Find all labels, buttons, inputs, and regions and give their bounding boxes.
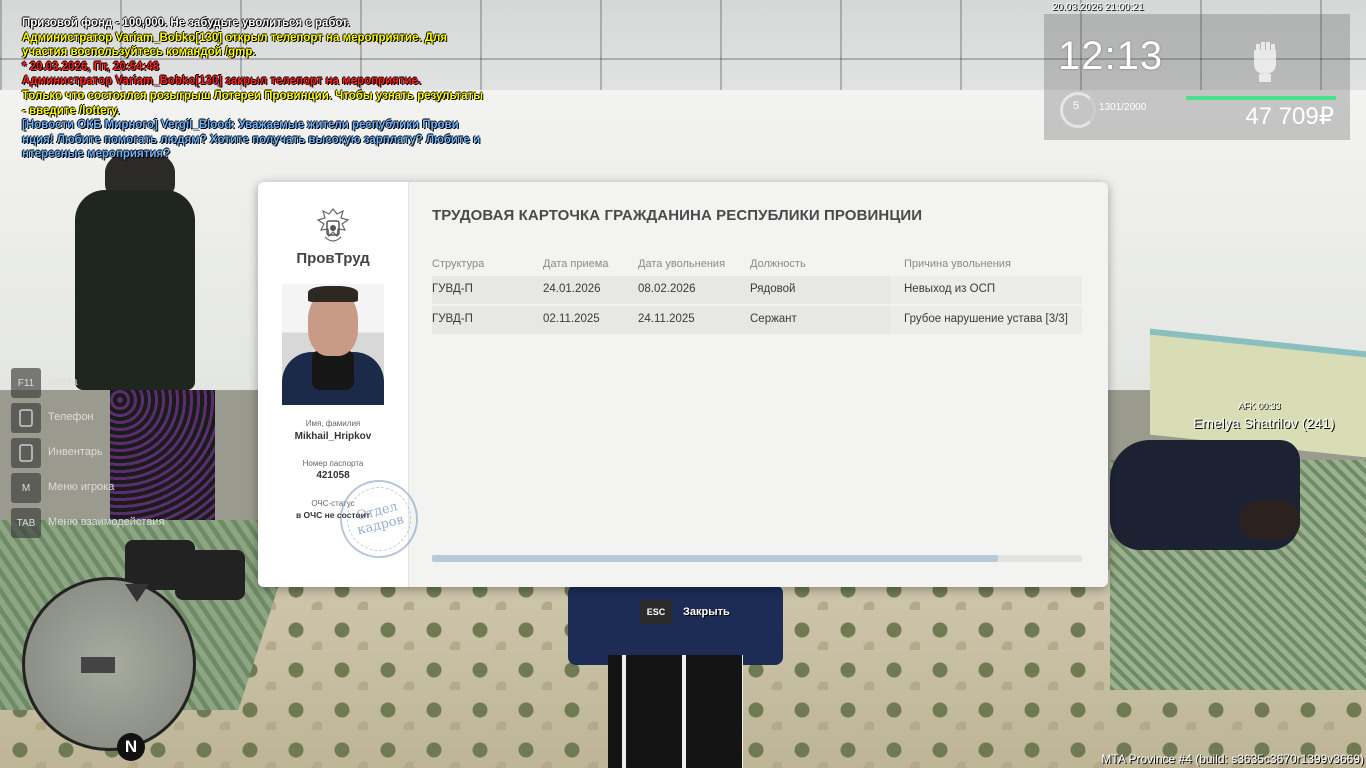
character-lying (1110, 440, 1300, 550)
hint-label: Инвентарь (48, 446, 103, 458)
north-indicator: N (117, 733, 145, 761)
citizen-photo (282, 284, 384, 405)
table-cell: 24.11.2025 (638, 313, 695, 325)
hint-label: Меню взаимодействия (48, 516, 165, 528)
chat-line: Администратор Variam_Bobko[130] открыл т… (22, 31, 447, 44)
hud-clock: 12:13 (1058, 34, 1164, 78)
column-header: Дата увольнения (638, 258, 726, 270)
hint-4: TAB Меню взаимодействия (11, 508, 211, 538)
column-header: Должность (750, 258, 806, 270)
minimap (22, 577, 196, 751)
hint-key: M (11, 473, 41, 503)
table-cell: Сержант (750, 313, 797, 325)
player-character (568, 585, 783, 768)
chat-line: нтересные мероприятия? (22, 148, 171, 161)
close-label[interactable]: Закрыть (683, 606, 730, 618)
wall-panel (1150, 328, 1366, 458)
chat-line: Только что состоялся розыгрыш Лотереи Пр… (22, 89, 484, 102)
table-body: ГУВД-П 24.01.2026 08.02.2026 Рядовой Невыход… (432, 276, 1082, 334)
hud-money: 47 709₽ (1245, 103, 1334, 130)
build-info: MTA Province #4 (build: s3635c3670r1399v… (1101, 752, 1364, 766)
house-icon (81, 657, 115, 673)
table-cell: 02.11.2025 (543, 313, 600, 325)
chat-line: Призовой фонд - 100,000. Не забудьте уво… (22, 17, 350, 29)
hint-0: F11 Карта (11, 368, 211, 398)
column-header: Дата приема (543, 258, 609, 270)
hint-label: Телефон (48, 411, 94, 423)
table-cell: Рядовой (750, 283, 796, 295)
hud-datetime: 20.03.2026 21:00:21 (1052, 2, 1144, 13)
esc-key[interactable]: ESC (640, 600, 672, 624)
reason-cell: Грубое нарушение устава [3/3] (890, 306, 1082, 334)
coat-of-arms-icon (316, 208, 350, 242)
chat-line: участия воспользуйтесь командой /gmp. (22, 46, 256, 59)
hud-level: 5 (1073, 100, 1080, 112)
employment-table: Структура Дата приема Дата увольнения Должн… (432, 258, 1082, 334)
chat-line: * 20.03.2026, Пт, 20:54:48 (22, 60, 160, 73)
fist-icon (1254, 42, 1276, 82)
table-header: Структура Дата приема Дата увольнения Должн… (432, 258, 1082, 274)
citizen-name: Mikhail_Hripkov (294, 431, 372, 442)
hint-label: Меню игрока (48, 481, 115, 493)
health-bar-fill (1186, 96, 1336, 100)
name-caption: Имя, фамилия (305, 419, 361, 428)
chat-line: - введите /lottery. (22, 104, 120, 117)
scrollbar-thumb[interactable] (432, 555, 998, 562)
hint-key: TAB (11, 508, 41, 538)
table-cell: ГУВД-П (432, 313, 473, 325)
hud-panel: 12:13 5 1301/2000 47 709₽ (1044, 14, 1350, 140)
hint-3: M Меню игрока (11, 473, 211, 503)
chat-line: Администратор Variam_Bobko[130] закрыл т… (22, 75, 422, 88)
hint-key: F11 (11, 368, 41, 398)
chat-line: [Новости ОКБ Мирного] Vergil_Blood: Уваж… (22, 119, 459, 132)
chat-log: Призовой фонд - 100,000. Не забудьте уво… (22, 16, 512, 162)
table-cell: 24.01.2026 (543, 283, 601, 295)
work-card-dialog: ПровТруд Имя, фамилия Mikhail_Hripkov Но… (258, 182, 1108, 587)
hud-experience: 1301/2000 (1099, 102, 1147, 113)
scrollbar[interactable] (432, 555, 1082, 562)
afk-tag: AFK 00:33 (1238, 401, 1281, 411)
backpack-icon (11, 438, 41, 468)
column-header: Структура (432, 258, 485, 270)
column-header: Причина увольнения (904, 258, 1011, 270)
phone-icon (11, 403, 41, 433)
table-row: ГУВД-П 02.11.2025 24.11.2025 Сержант Грубое … (432, 306, 1082, 334)
hint-2: Инвентарь (11, 438, 211, 468)
health-bar (1186, 96, 1336, 100)
chat-line: нция! Любите помогать людям? Хотите полу… (22, 133, 481, 146)
card-title: ТРУДОВАЯ КАРТОЧКА ГРАЖДАНИНА РЕСПУБЛИКИ … (432, 207, 923, 224)
table-cell: Грубое нарушение устава [3/3] (904, 313, 1068, 325)
reason-cell: Невыход из ОСП (890, 276, 1082, 304)
table-row: ГУВД-П 24.01.2026 08.02.2026 Рядовой Невыход… (432, 276, 1082, 304)
hint-label: Карта (48, 376, 78, 388)
player-arrow-icon (125, 584, 149, 602)
player-nametag: Emelya Shatrilov (241) (1193, 415, 1335, 431)
hint-1: Телефон (11, 403, 211, 433)
table-cell: 08.02.2026 (638, 283, 696, 295)
table-cell: Невыход из ОСП (904, 283, 996, 295)
passport-caption: Номер паспорта (302, 459, 364, 468)
organization-name: ПровТруд (296, 250, 370, 267)
table-cell: ГУВД-П (432, 283, 473, 295)
